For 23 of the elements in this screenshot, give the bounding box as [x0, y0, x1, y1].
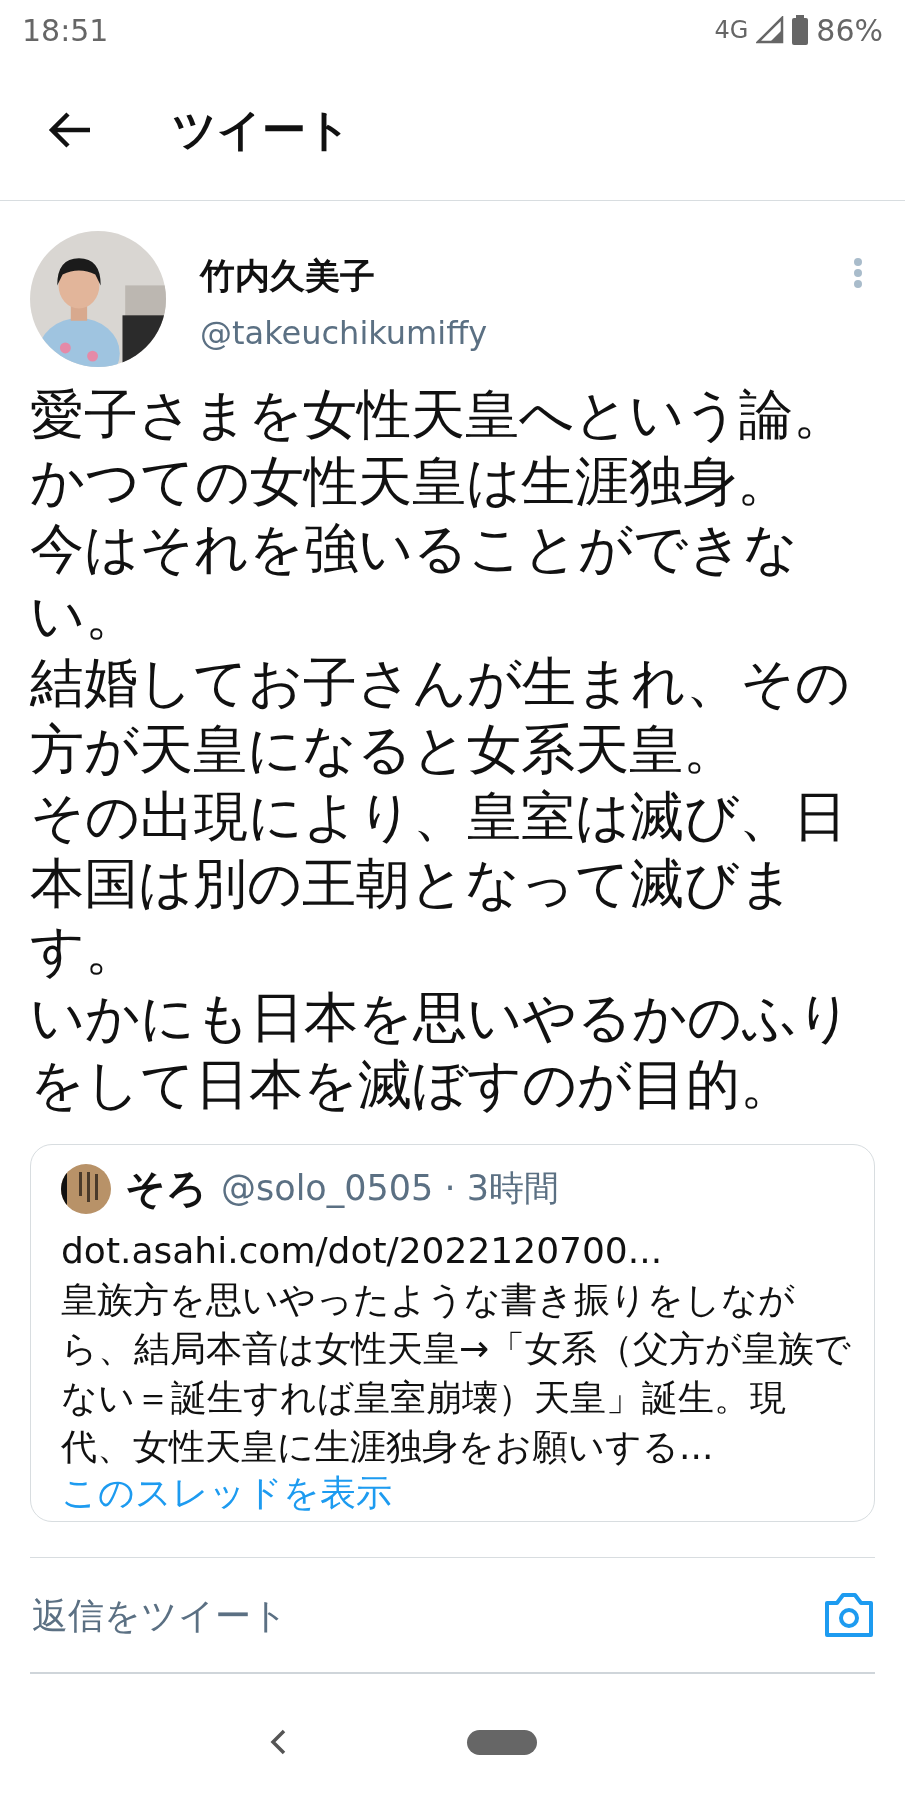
tweet-text: その出現により、皇室は滅び、日本国は別の王朝となって滅びます。 [30, 784, 848, 984]
tweet-text: 愛子さまを女性天皇へという論。 [30, 382, 848, 448]
status-time: 18:51 [22, 12, 109, 48]
tweet-text: 結婚してお子さんが生まれ、その方が天皇になると女系天皇。 [30, 650, 851, 783]
author-name[interactable]: 竹内久美子 [200, 253, 819, 300]
tweet-text: いかにも日本を思いやるかのふりをして日本を滅ぼすのが目的。 [30, 985, 853, 1118]
page-title: ツイート [172, 102, 351, 157]
quoted-link-text: dot.asahi.com/dot/2022120700... [61, 1229, 664, 1273]
camera-icon[interactable] [823, 1591, 875, 1639]
tweet-text: かつての女性天皇は生涯独身。 [30, 449, 792, 515]
quoted-author-meta: @solo_0505 · 3時間 [221, 1167, 560, 1210]
home-pill[interactable] [466, 1729, 537, 1755]
battery-level: 86% [816, 12, 883, 48]
author-handle[interactable]: @takeuchikumiffy [200, 314, 819, 352]
back-arrow-icon[interactable] [48, 110, 92, 150]
signal-icon [756, 16, 785, 44]
nav-back-icon[interactable] [268, 1728, 287, 1756]
quoted-author-name: そろ [125, 1164, 207, 1213]
network-label: 4G [714, 16, 749, 44]
quoted-tweet-text: 皇族方を思いやったような書き振りをしながら、結局本音は女性天皇→「女系（父方が皇族でない＝誕生すれば皇室崩壊）天皇」誕生。現代、女性天皇に生涯独身をお願いする... [61, 1278, 853, 1469]
battery-icon [792, 15, 809, 45]
tweet-text: 今はそれを強いることができない。 [30, 516, 799, 649]
quoted-tweet-card[interactable]: そろ @solo_0505 · 3時間 dot.asahi.com/dot/2022120700... 皇族方を思いやったような書き振りをしながら、結局本音は女性天皇→「女系（父方が皇族でない＝誕生すれば皇室崩壊）天皇」誕生。現代、女性天皇に生涯独身をお願いする... このスレッドを表示 [30, 1144, 875, 1522]
